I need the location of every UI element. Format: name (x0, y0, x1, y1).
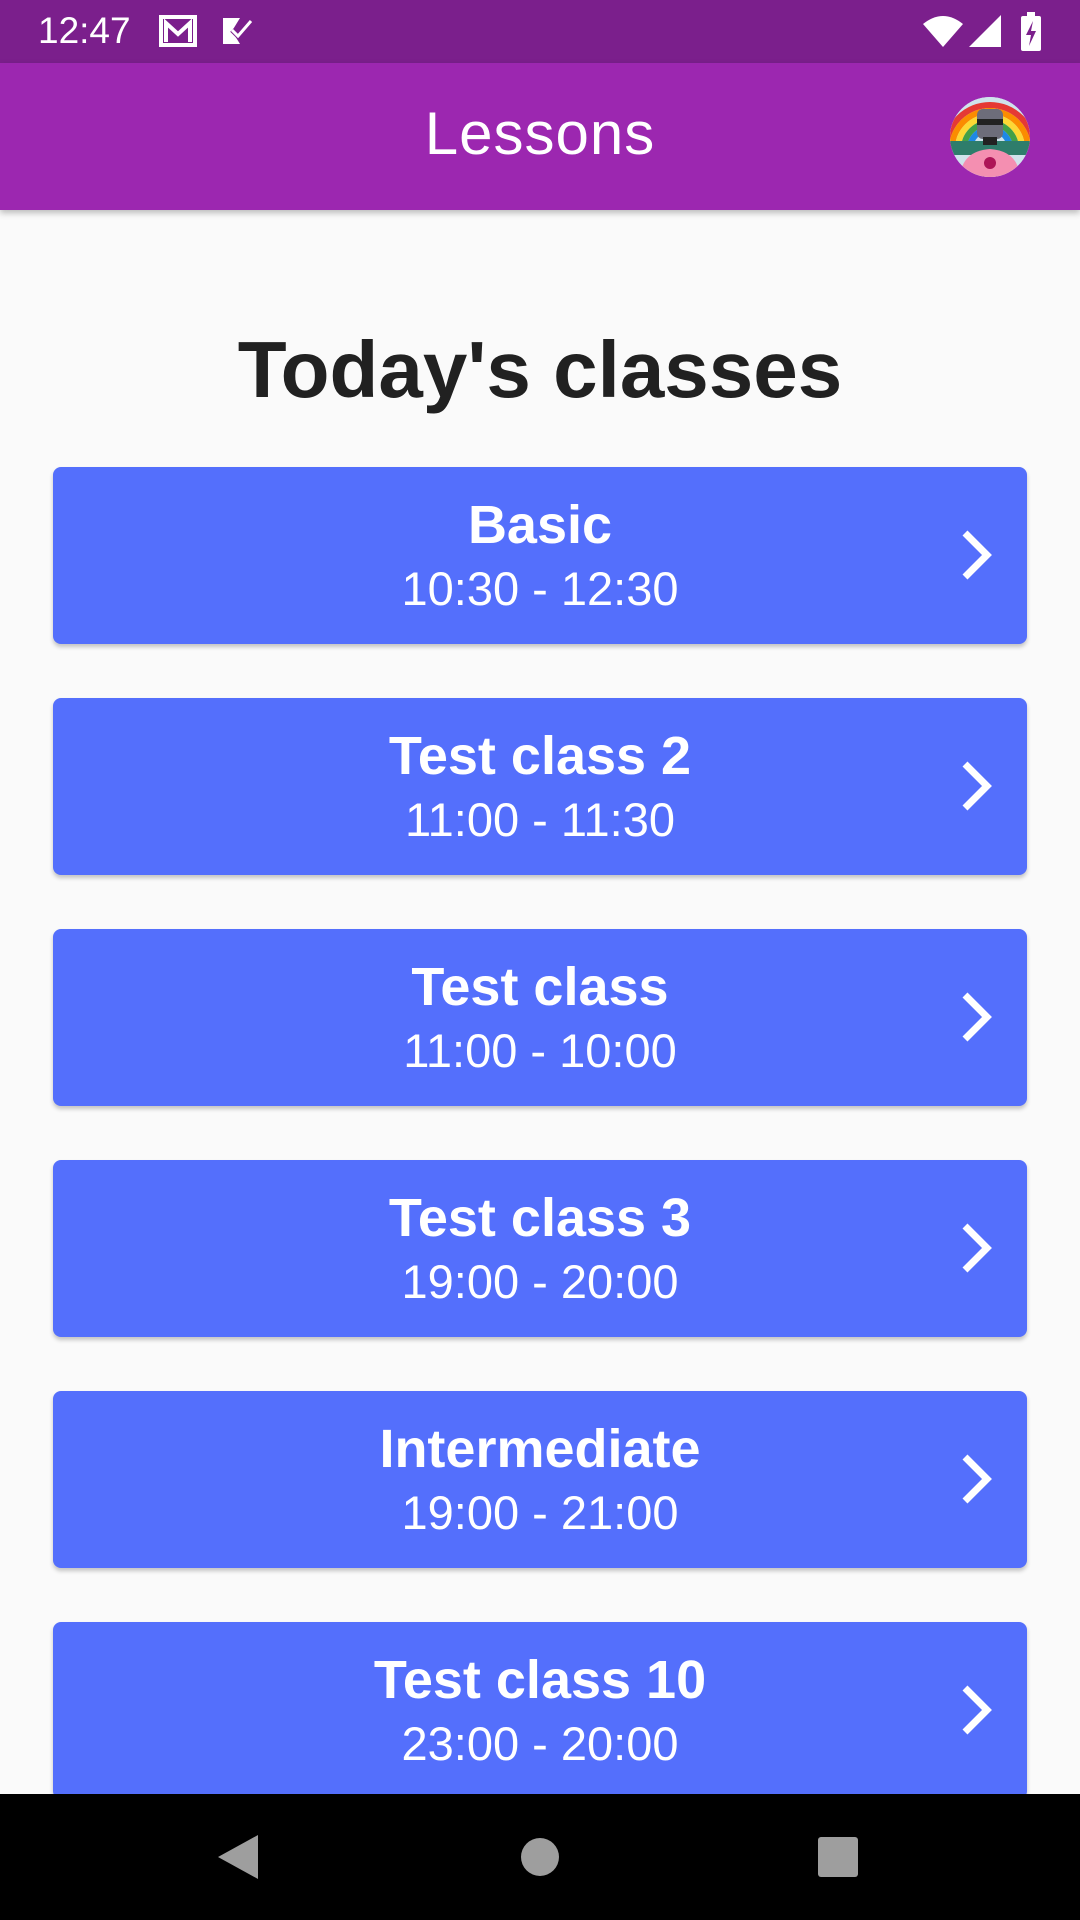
wifi-icon (922, 14, 964, 53)
gmail-icon (158, 14, 198, 53)
chevron-right-icon (962, 530, 992, 580)
class-card-test-class-3[interactable]: Test class 3 19:00 - 20:00 (53, 1160, 1027, 1337)
chevron-right-icon (962, 1454, 992, 1504)
class-name: Basic (467, 495, 613, 555)
class-time: 23:00 - 20:00 (401, 1717, 679, 1770)
class-time: 19:00 - 20:00 (401, 1255, 679, 1308)
class-card-test-class[interactable]: Test class 11:00 - 10:00 (53, 929, 1027, 1106)
status-bar: 12:47 (0, 0, 1080, 63)
chevron-right-icon (962, 1223, 992, 1273)
class-name: Intermediate (379, 1419, 701, 1479)
chevron-right-icon (962, 992, 992, 1042)
app-bar: Lessons (0, 63, 1080, 210)
main-content[interactable]: Today's classes Basic 10:30 - 12:30 Test… (0, 210, 1080, 1794)
section-heading: Today's classes (237, 325, 843, 414)
page-title: Lessons (424, 100, 656, 167)
class-time: 19:00 - 21:00 (401, 1486, 679, 1539)
back-icon[interactable] (208, 1829, 268, 1885)
class-card-test-class-10[interactable]: Test class 10 23:00 - 20:00 (53, 1622, 1027, 1794)
battery-charging-icon (1020, 12, 1042, 57)
recents-icon[interactable] (808, 1829, 868, 1885)
class-card-intermediate[interactable]: Intermediate 19:00 - 21:00 (53, 1391, 1027, 1568)
status-time: 12:47 (38, 10, 131, 51)
task-check-icon (220, 14, 254, 53)
class-card-basic[interactable]: Basic 10:30 - 12:30 (53, 467, 1027, 644)
home-icon[interactable] (510, 1829, 570, 1885)
class-card-test-class-2[interactable]: Test class 2 11:00 - 11:30 (53, 698, 1027, 875)
chevron-right-icon (962, 1685, 992, 1735)
class-time: 11:00 - 10:00 (403, 1024, 677, 1077)
class-name: Test class 2 (388, 726, 692, 786)
chevron-right-icon (962, 761, 992, 811)
signal-icon (968, 14, 1002, 53)
navigation-bar (0, 1794, 1080, 1920)
class-time: 10:30 - 12:30 (401, 562, 679, 615)
class-name: Test class (411, 957, 669, 1017)
class-name: Test class 10 (373, 1650, 707, 1710)
class-name: Test class 3 (388, 1188, 692, 1248)
avatar[interactable] (950, 97, 1030, 177)
class-time: 11:00 - 11:30 (404, 793, 676, 846)
